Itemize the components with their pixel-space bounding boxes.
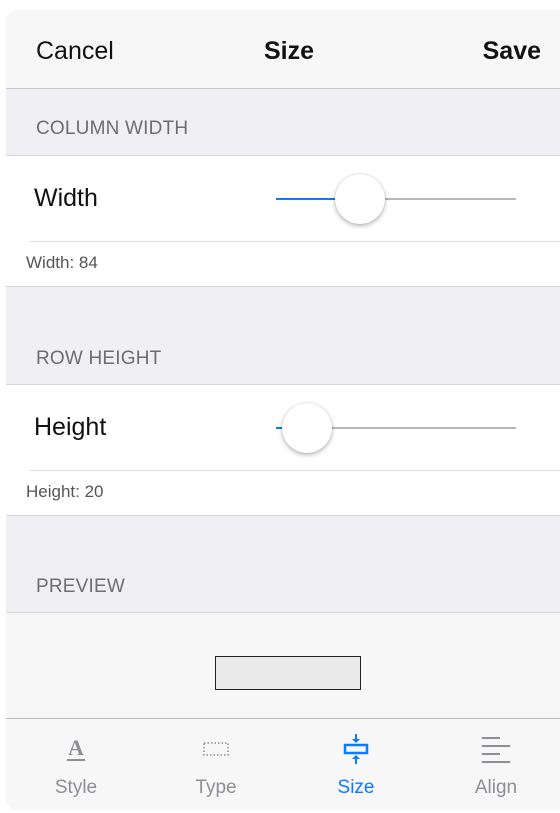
width-slider[interactable] — [276, 173, 516, 225]
row-height-group: Height Height: 20 — [6, 384, 560, 516]
height-row: Height — [6, 385, 560, 471]
column-width-header: COLUMN WIDTH — [36, 118, 189, 139]
svg-text:A: A — [68, 735, 84, 760]
navigation-bar: Cancel Size Save — [6, 10, 560, 89]
preview-header: PREVIEW — [36, 576, 126, 597]
height-value-row: Height: 20 — [6, 471, 560, 515]
tab-type[interactable]: Type — [146, 719, 286, 810]
tab-style[interactable]: A Style — [6, 719, 146, 810]
preview-area — [6, 612, 560, 719]
width-row: Width — [6, 156, 560, 242]
height-label: Height — [34, 413, 107, 441]
tab-bar: A Style Type Size Align — [6, 718, 560, 810]
tab-size[interactable]: Size — [286, 719, 426, 810]
height-slider[interactable] — [276, 402, 516, 454]
tab-style-label: Style — [54, 777, 98, 798]
align-left-icon — [482, 737, 510, 763]
height-slider-thumb[interactable] — [282, 403, 333, 453]
tab-align-label: Align — [474, 777, 518, 798]
page-title: Size — [263, 37, 315, 65]
resize-height-icon — [343, 734, 369, 764]
tab-size-label: Size — [337, 777, 375, 798]
width-label: Width — [34, 184, 98, 212]
width-value-row: Width: 84 — [6, 242, 560, 286]
cell-preview-box — [215, 656, 361, 690]
tab-align[interactable]: Align — [426, 719, 560, 810]
tab-type-label: Type — [195, 777, 237, 798]
height-value-text: Height: 20 — [26, 482, 104, 501]
save-button[interactable]: Save — [483, 36, 541, 66]
text-style-icon: A — [67, 735, 85, 761]
column-width-group: Width Width: 84 — [6, 155, 560, 287]
width-value-text: Width: 84 — [26, 253, 98, 272]
row-height-header: ROW HEIGHT — [36, 348, 162, 369]
size-settings-sheet: Cancel Size Save COLUMN WIDTH Width Widt… — [6, 10, 560, 810]
width-slider-thumb[interactable] — [335, 174, 385, 224]
dotted-box-icon — [203, 742, 229, 756]
